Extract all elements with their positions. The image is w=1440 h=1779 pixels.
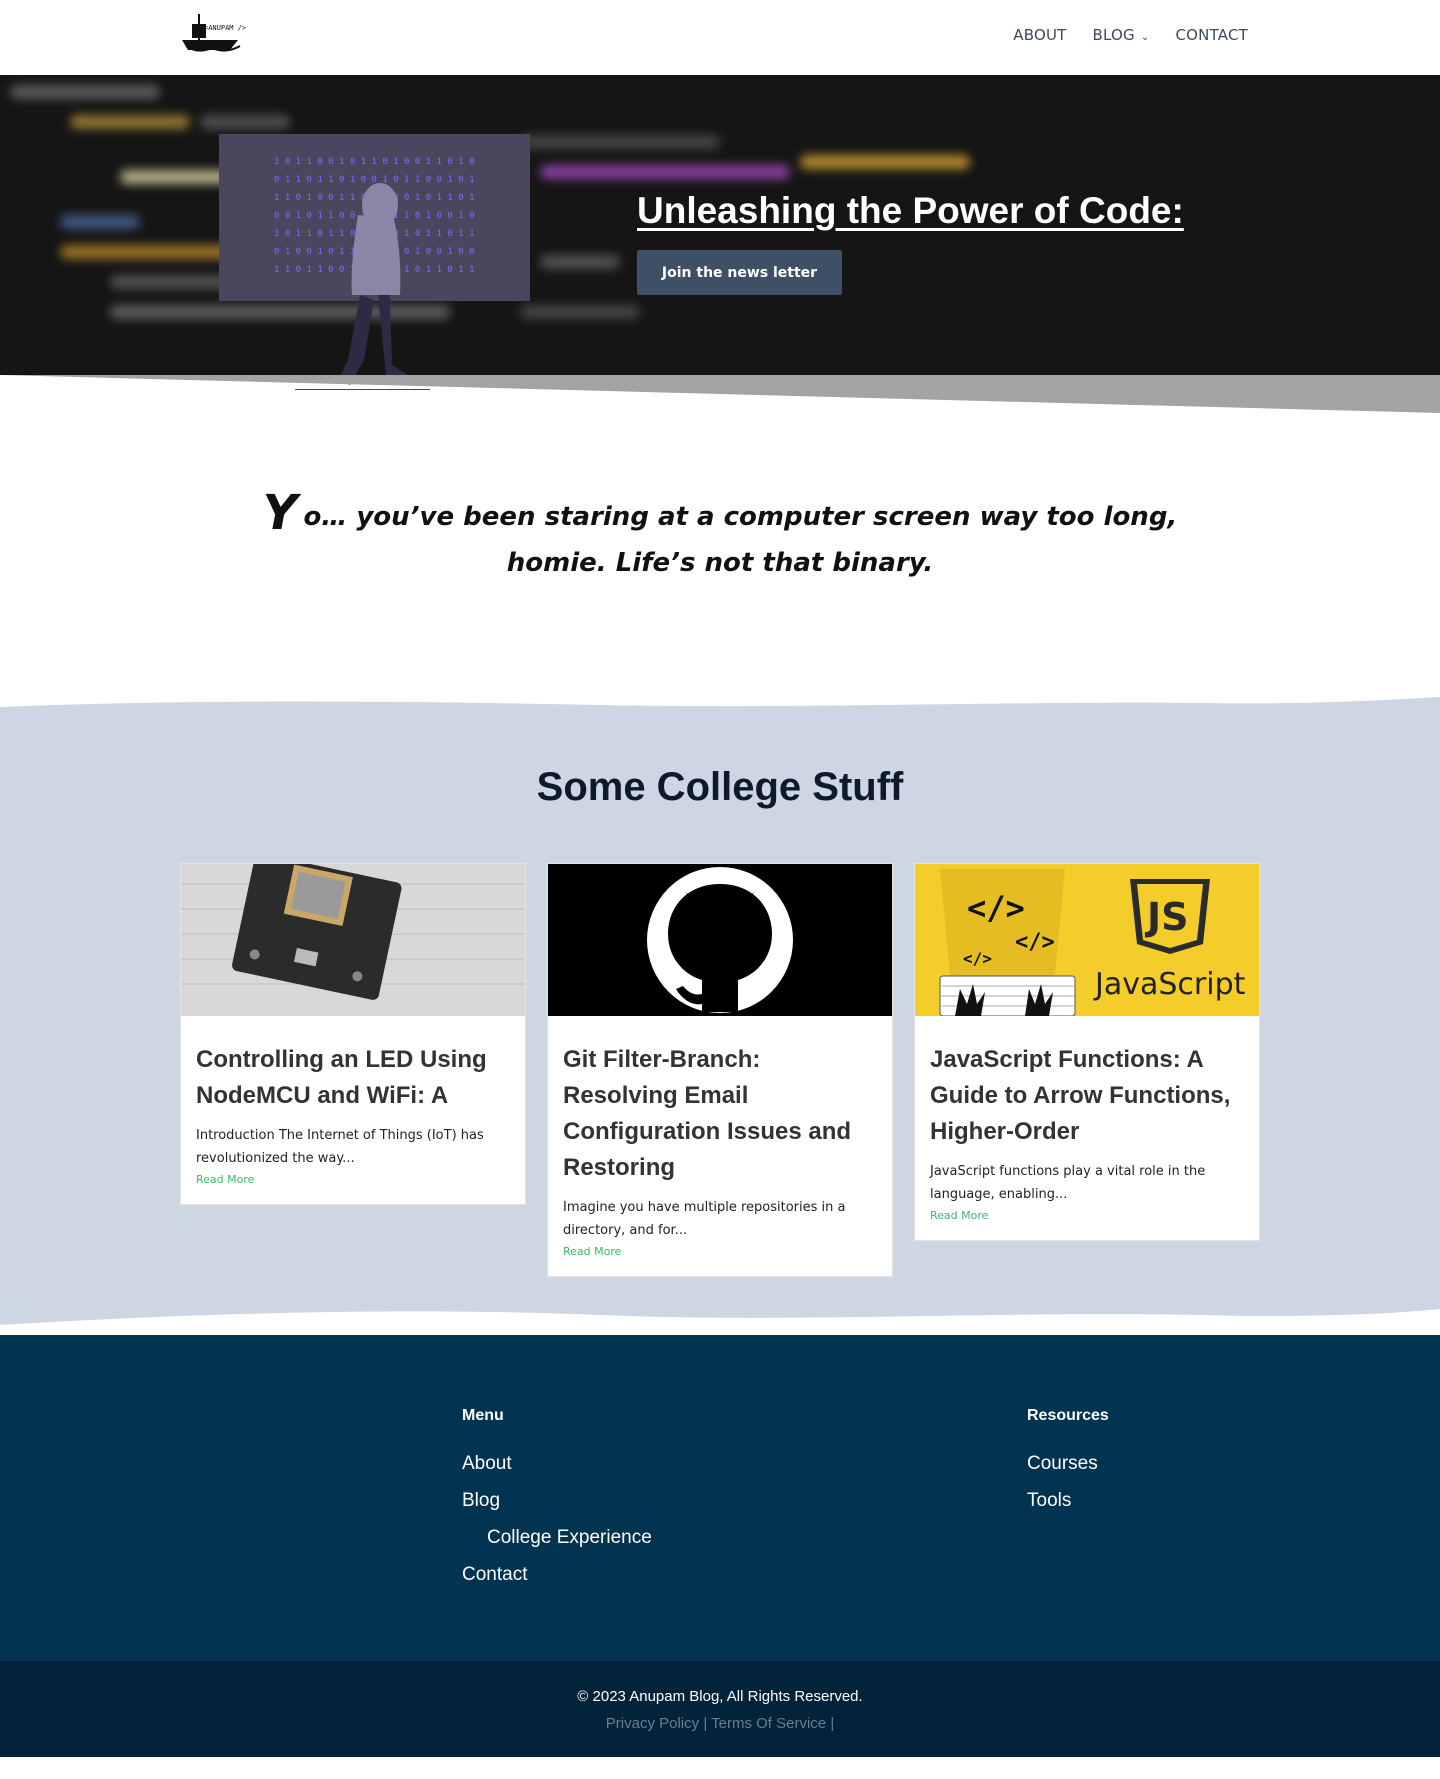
svg-text:</>: </> [1015,930,1055,955]
post-thumbnail[interactable] [181,864,525,1016]
ship-logo-icon [182,14,241,52]
section-title: Some College Stuff [536,765,904,809]
legal-separator: | [703,1715,712,1732]
post-card: Git Filter-Branch: Resolving Email Confi… [547,863,893,1277]
quote-body: o… you’ve been staring at a computer scr… [303,502,1178,578]
wave-divider-bottom [0,1309,1440,1335]
js-badge-text: JS [1144,895,1189,939]
footer-link-tools[interactable]: Tools [1027,1482,1109,1519]
newsletter-button[interactable]: Join the news letter [637,250,842,295]
post-excerpt: Imagine you have multiple repositories i… [563,1200,846,1238]
post-thumbnail[interactable] [548,864,892,1016]
logo-text: <ANUPAM /> [204,24,247,32]
wave-divider-top [0,697,1440,729]
read-more-link[interactable]: Read More [196,1173,254,1186]
hero-title: Unleashing the Power of Code: [637,190,1184,231]
javascript-wordmark: JavaScript [1093,967,1246,1002]
terms-of-service-link[interactable]: Terms Of Service [711,1715,826,1732]
svg-text:</>: </> [967,889,1025,927]
nav-blog-label: BLOG [1092,26,1135,44]
site-header: <ANUPAM /> ABOUT BLOG ⌄ CONTACT [0,0,1440,75]
footer-menu-heading: Menu [462,1407,504,1424]
footer-link-blog[interactable]: Blog [462,1482,652,1519]
read-more-link[interactable]: Read More [930,1209,988,1222]
quote-dropcap: Y [262,485,298,541]
footer-link-about[interactable]: About [462,1445,652,1482]
post-title[interactable]: JavaScript Functions: A Guide to Arrow F… [930,1042,1244,1150]
post-title[interactable]: Git Filter-Branch: Resolving Email Confi… [563,1042,877,1186]
nav-contact[interactable]: CONTACT [1175,26,1248,44]
main-nav: ABOUT BLOG ⌄ CONTACT [1013,26,1248,44]
nav-blog[interactable]: BLOG ⌄ [1093,26,1150,44]
footer-resources-column: Resources Courses Tools [1027,1407,1109,1519]
post-card: Controlling an LED Using NodeMCU and WiF… [180,863,526,1205]
privacy-policy-link[interactable]: Privacy Policy [606,1715,699,1732]
svg-text:1 0 1 1 0 0 1 0 1 1 0 1 0 0 1: 1 0 1 1 0 0 1 0 1 1 0 1 0 0 1 1 0 1 0 [274,157,474,167]
legal-links: Privacy Policy | Terms Of Service | [0,1715,1440,1732]
chevron-down-icon: ⌄ [1140,32,1150,43]
footer-link-contact[interactable]: Contact [462,1556,652,1593]
footer-link-courses[interactable]: Courses [1027,1445,1109,1482]
site-footer: Menu About Blog College Experience Conta… [0,1335,1440,1661]
post-cards: Controlling an LED Using NodeMCU and WiF… [180,863,1260,1277]
footer-menu-column: Menu About Blog College Experience Conta… [462,1407,652,1593]
footer-resources-heading: Resources [1027,1407,1109,1424]
post-thumbnail[interactable]: </> </> </> JS JavaScript [915,864,1259,1016]
github-octocat-icon [647,867,793,1013]
footer-link-college-experience[interactable]: College Experience [462,1519,652,1556]
post-card: </> </> </> JS JavaScript JavaScript Fun… [914,863,1260,1241]
footer-bottom-bar: © 2023 Anupam Blog, All Rights Reserved.… [0,1661,1440,1757]
post-title[interactable]: Controlling an LED Using NodeMCU and WiF… [196,1042,510,1114]
college-section: Some College Stuff Controlling an LED Us… [0,697,1440,1335]
walking-person-icon [295,183,430,390]
post-excerpt: JavaScript functions play a vital role i… [930,1164,1206,1202]
quote-text: Yo… you’ve been staring at a computer sc… [240,489,1200,586]
copyright-text: © 2023 Anupam Blog, All Rights Reserved. [577,1688,863,1705]
nodemcu-board-icon [181,864,525,1016]
svg-text:</>: </> [963,949,992,968]
post-excerpt: Introduction The Internet of Things (IoT… [196,1128,484,1166]
read-more-link[interactable]: Read More [563,1245,621,1258]
hero-section: 1 0 1 1 0 0 1 0 1 1 0 1 0 0 1 1 0 1 0 0 … [0,75,1440,413]
quote-section: Yo… you’ve been staring at a computer sc… [0,375,1440,715]
javascript-banner-icon: </> </> </> JS JavaScript [915,864,1259,1016]
legal-separator: | [830,1715,835,1732]
nav-about[interactable]: ABOUT [1013,26,1066,44]
